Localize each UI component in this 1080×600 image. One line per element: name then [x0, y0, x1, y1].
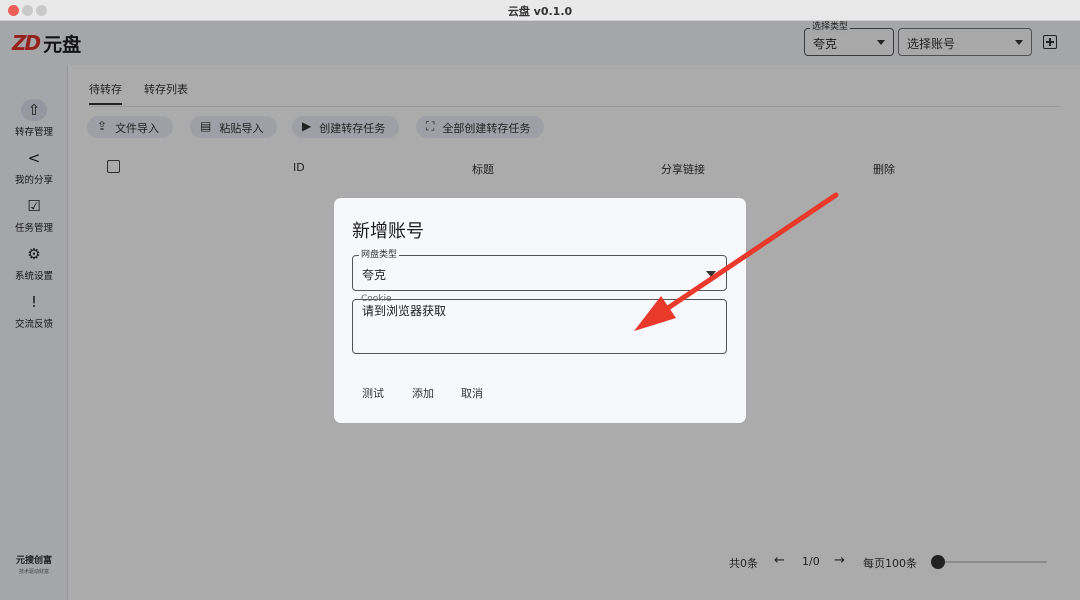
test-button[interactable]: 测试 — [362, 385, 384, 401]
disk-type-legend: 网盘类型 — [359, 250, 400, 260]
chevron-down-icon — [706, 271, 716, 277]
cookie-input[interactable]: Cookie 请到浏览器获取 — [352, 294, 727, 354]
add-button[interactable]: 添加 — [412, 385, 434, 401]
window-titlebar: 云盘 v0.1.0 — [0, 0, 1080, 21]
add-account-dialog: 新增账号 网盘类型 夸克 Cookie 请到浏览器获取 测试 添加 取消 — [334, 198, 746, 423]
disk-type-value: 夸克 — [362, 268, 387, 282]
cookie-value: 请到浏览器获取 — [362, 304, 447, 318]
disk-type-select[interactable]: 网盘类型 夸克 — [352, 250, 727, 291]
window-title: 云盘 v0.1.0 — [507, 5, 573, 18]
dialog-title: 新增账号 — [352, 221, 424, 242]
cancel-button[interactable]: 取消 — [461, 385, 483, 401]
